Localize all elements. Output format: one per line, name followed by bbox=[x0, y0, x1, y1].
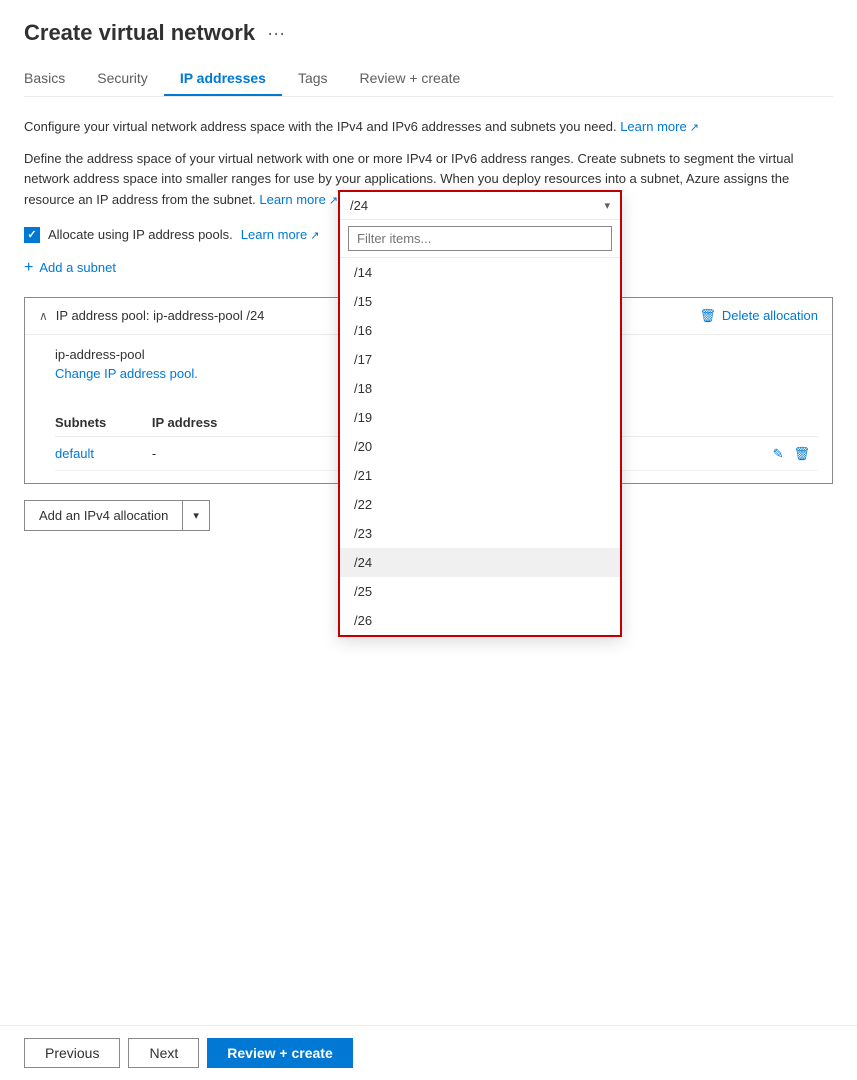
subnet-name-link[interactable]: default bbox=[55, 446, 94, 461]
add-allocation-label: Add an IPv4 allocation bbox=[25, 501, 183, 530]
dropdown-filter-container bbox=[340, 220, 620, 258]
tab-ip-addresses[interactable]: IP addresses bbox=[164, 62, 282, 96]
edit-icon[interactable] bbox=[773, 445, 784, 462]
dropdown-arrow-icon[interactable]: ▾ bbox=[183, 502, 209, 529]
tab-tags[interactable]: Tags bbox=[282, 62, 344, 96]
tab-security[interactable]: Security bbox=[81, 62, 164, 96]
dropdown-filter-input[interactable] bbox=[348, 226, 612, 251]
pool-title: IP address pool: ip-address-pool /24 bbox=[56, 308, 265, 323]
chevron-up-icon[interactable]: ∧ bbox=[39, 309, 48, 323]
dropdown-item-20[interactable]: /20 bbox=[340, 432, 620, 461]
dropdown-item-22[interactable]: /22 bbox=[340, 490, 620, 519]
dropdown-list: /14 /15 /16 /17 /18 /19 /20 /21 /22 /23 … bbox=[340, 258, 620, 635]
dropdown-item-16[interactable]: /16 bbox=[340, 316, 620, 345]
dropdown-selected-value: /24 bbox=[350, 198, 368, 213]
footer: Previous Next Review + create bbox=[0, 1025, 857, 1080]
dropdown-selected-row[interactable]: /24 ▾ bbox=[340, 192, 620, 220]
row-actions bbox=[744, 445, 810, 462]
page-menu-icon[interactable]: ··· bbox=[267, 23, 285, 44]
delete-allocation-label: Delete allocation bbox=[722, 308, 818, 323]
plus-icon: + bbox=[24, 259, 33, 277]
delete-allocation-button[interactable]: Delete allocation bbox=[699, 308, 818, 324]
description-1: Configure your virtual network address s… bbox=[24, 117, 833, 137]
actions-col-header bbox=[744, 409, 818, 437]
allocate-label: Allocate using IP address pools. bbox=[48, 227, 233, 242]
tab-basics[interactable]: Basics bbox=[24, 62, 81, 96]
review-create-button[interactable]: Review + create bbox=[207, 1038, 352, 1068]
dropdown-item-24[interactable]: /24 bbox=[340, 548, 620, 577]
previous-button[interactable]: Previous bbox=[24, 1038, 120, 1068]
change-pool-link[interactable]: Change IP address pool. bbox=[55, 366, 198, 381]
subnets-col-header: Subnets bbox=[55, 409, 152, 437]
dropdown-item-23[interactable]: /23 bbox=[340, 519, 620, 548]
add-ipv4-allocation-button[interactable]: Add an IPv4 allocation ▾ bbox=[24, 500, 210, 531]
subnet-ip: - bbox=[152, 436, 272, 470]
dropdown-chevron-icon: ▾ bbox=[604, 199, 610, 212]
dropdown-item-14[interactable]: /14 bbox=[340, 258, 620, 287]
dropdown-item-15[interactable]: /15 bbox=[340, 287, 620, 316]
dropdown-item-17[interactable]: /17 bbox=[340, 345, 620, 374]
dropdown-item-25[interactable]: /25 bbox=[340, 577, 620, 606]
dropdown-item-18[interactable]: /18 bbox=[340, 374, 620, 403]
tabs-container: Basics Security IP addresses Tags Review… bbox=[24, 62, 833, 97]
cidr-dropdown: /24 ▾ /14 /15 /16 /17 /18 /19 /20 /21 /2… bbox=[338, 190, 622, 637]
allocate-checkbox[interactable]: ✓ bbox=[24, 227, 40, 243]
delete-row-icon[interactable] bbox=[793, 445, 810, 462]
next-button[interactable]: Next bbox=[128, 1038, 199, 1068]
trash-icon bbox=[699, 308, 716, 324]
dropdown-item-19[interactable]: /19 bbox=[340, 403, 620, 432]
dropdown-item-21[interactable]: /21 bbox=[340, 461, 620, 490]
tab-review-create[interactable]: Review + create bbox=[344, 62, 477, 96]
dropdown-item-26[interactable]: /26 bbox=[340, 606, 620, 635]
allocate-learn-more[interactable]: Learn more bbox=[241, 227, 320, 242]
add-subnet-label[interactable]: Add a subnet bbox=[39, 260, 116, 275]
page-title: Create virtual network bbox=[24, 20, 255, 46]
learn-more-link-2[interactable]: Learn more bbox=[259, 192, 338, 207]
ip-address-col-header: IP address bbox=[152, 409, 272, 437]
learn-more-link-1[interactable]: Learn more bbox=[620, 119, 699, 134]
